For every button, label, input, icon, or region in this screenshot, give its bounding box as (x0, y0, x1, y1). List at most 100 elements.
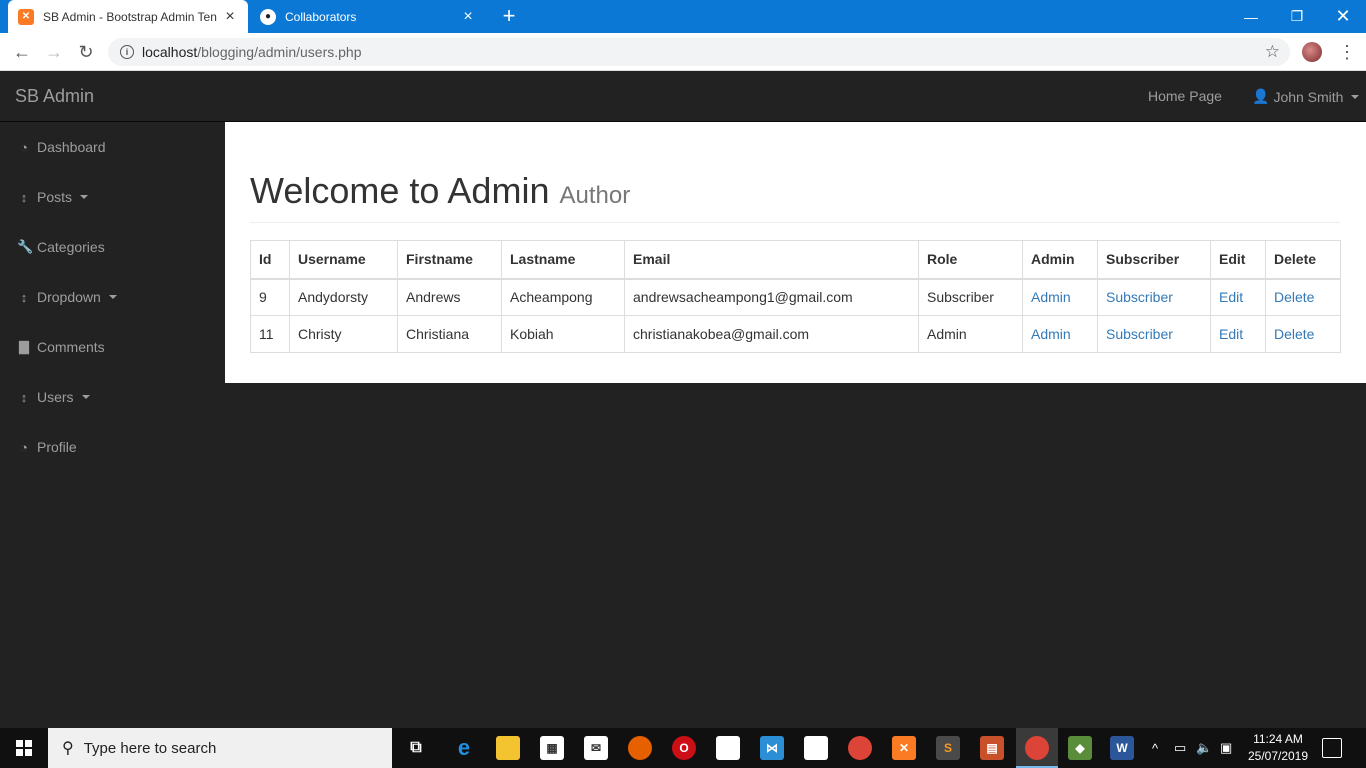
users-table: Id Username Firstname Lastname Email Rol… (250, 240, 1341, 353)
app-navbar: SB Admin Home Page 👤 John Smith (0, 71, 1366, 122)
cell-email: andrewsacheampong1@gmail.com (624, 278, 919, 316)
brand-link[interactable]: SB Admin (15, 86, 94, 107)
url-host: localhost (142, 44, 198, 60)
info-icon[interactable]: i (120, 45, 134, 59)
close-tab-icon[interactable]: × (222, 8, 238, 26)
back-button[interactable]: ← (10, 41, 34, 63)
profile-avatar[interactable] (1302, 42, 1322, 62)
column-header: Edit (1210, 240, 1266, 280)
home-page-link[interactable]: Home Page (1148, 88, 1222, 104)
notification-center-icon[interactable] (1322, 738, 1342, 758)
opera-icon[interactable]: O (672, 736, 696, 760)
task-view-icon[interactable]: ⧉ (404, 736, 428, 760)
delete-link[interactable]: Delete (1274, 289, 1314, 305)
xampp-icon[interactable]: ✕ (892, 736, 916, 760)
reload-button[interactable]: ↻ (74, 41, 98, 63)
git-icon[interactable]: ◆ (1068, 736, 1092, 760)
chrome-icon[interactable] (1025, 736, 1049, 760)
caret-down-icon (80, 195, 89, 199)
table-header-row: Id Username Firstname Lastname Email Rol… (250, 240, 1341, 280)
sidebar-item-dashboard[interactable]: ◔ Dashboard (0, 122, 225, 172)
column-header: Admin (1022, 240, 1098, 280)
cell-role: Subscriber (918, 278, 1023, 316)
word-icon[interactable]: W (1110, 736, 1134, 760)
column-header: Delete (1265, 240, 1341, 280)
firefox-icon[interactable] (628, 736, 652, 760)
start-button[interactable] (0, 728, 48, 768)
filezilla-icon[interactable]: ▤ (980, 736, 1004, 760)
sidebar: ◔ Dashboard ↕ Posts 🔧 Categories ↕ Dropd… (0, 122, 225, 728)
edit-link[interactable]: Edit (1219, 289, 1243, 305)
battery-icon[interactable]: ▭ (1174, 728, 1186, 768)
browser-menu-icon[interactable]: ⋮ (1338, 41, 1356, 63)
sidebar-item-users[interactable]: ↕ Users (0, 372, 225, 422)
tab-collaborators[interactable]: ● Collaborators × (250, 0, 486, 33)
tab-title: Collaborators (285, 9, 357, 24)
restore-button[interactable]: ❐ (1274, 0, 1320, 33)
dashboard-icon: ◔ (20, 439, 28, 455)
cell-subscriber: Subscriber (1097, 315, 1211, 353)
user-name: John Smith (1273, 88, 1344, 105)
make-subscriber-link[interactable]: Subscriber (1106, 326, 1173, 342)
sublime-text-icon[interactable]: S (936, 736, 960, 760)
cell-admin: Admin (1022, 278, 1098, 316)
cell-edit: Edit (1210, 278, 1266, 316)
arrows-v-icon: ↕ (20, 389, 28, 405)
make-admin-link[interactable]: Admin (1031, 326, 1071, 342)
document-icon[interactable] (804, 736, 828, 760)
page-subtitle: Author (559, 182, 631, 209)
sidebar-item-dropdown[interactable]: ↕ Dropdown (0, 272, 225, 322)
tab-sb-admin[interactable]: ✕ SB Admin - Bootstrap Admin Ten × (8, 0, 248, 33)
cell-subscriber: Subscriber (1097, 278, 1211, 316)
document-icon[interactable] (716, 736, 740, 760)
minimize-button[interactable]: — (1228, 0, 1274, 33)
caret-down-icon (81, 395, 90, 399)
sidebar-item-label: Profile (37, 439, 77, 455)
xampp-favicon-icon: ✕ (18, 8, 34, 25)
sidebar-item-profile[interactable]: ◔ Profile (0, 422, 225, 472)
column-header: Firstname (397, 240, 502, 280)
tray-chevron-icon[interactable]: ^ (1152, 728, 1158, 768)
sidebar-item-label: Categories (37, 239, 105, 255)
column-header: Lastname (501, 240, 625, 280)
forward-button[interactable]: → (42, 41, 66, 63)
mail-icon[interactable]: ✉ (584, 736, 608, 760)
delete-link[interactable]: Delete (1274, 326, 1314, 342)
windows-taskbar: ⚲ Type here to search ⧉ e ▦ ✉ O ⋈ ✕ S ▤ … (0, 728, 1366, 768)
bookmark-star-icon[interactable]: ☆ (1265, 42, 1280, 62)
dashboard-icon: ◔ (20, 139, 28, 155)
user-menu[interactable]: 👤 John Smith (1252, 88, 1360, 105)
sidebar-item-categories[interactable]: 🔧 Categories (0, 222, 225, 272)
close-tab-icon[interactable]: × (460, 8, 476, 26)
cell-username: Andydorsty (289, 278, 398, 316)
chrome-icon[interactable] (848, 736, 872, 760)
page-content: Welcome to Admin Author Id Username Firs… (225, 122, 1366, 383)
sidebar-item-label: Dropdown (37, 289, 101, 305)
page-title: Welcome to Admin Author (250, 170, 1340, 212)
column-header: Username (289, 240, 398, 280)
arrows-v-icon: ↕ (20, 189, 28, 205)
sidebar-item-label: Posts (37, 189, 73, 205)
volume-icon[interactable]: 🔈 (1196, 728, 1212, 768)
new-tab-button[interactable]: + (498, 4, 520, 28)
make-admin-link[interactable]: Admin (1031, 289, 1071, 305)
network-icon[interactable]: ▣ (1220, 728, 1232, 768)
close-window-button[interactable]: ✕ (1320, 0, 1366, 33)
caret-down-icon (108, 295, 117, 299)
cell-id: 9 (250, 278, 290, 316)
make-subscriber-link[interactable]: Subscriber (1106, 289, 1173, 305)
page-header: Welcome to Admin Author (250, 170, 1340, 223)
edit-link[interactable]: Edit (1219, 326, 1243, 342)
edge-icon[interactable]: e (452, 735, 476, 760)
cell-firstname: Christiana (397, 315, 502, 353)
url-field[interactable]: i localhost/blogging/admin/users.php ☆ (108, 38, 1290, 66)
taskbar-search[interactable]: ⚲ Type here to search (48, 728, 392, 768)
system-clock[interactable]: 11:24 AM 25/07/2019 (1240, 731, 1316, 765)
sidebar-item-comments[interactable]: ▇ Comments (0, 322, 225, 372)
sidebar-item-posts[interactable]: ↕ Posts (0, 172, 225, 222)
address-toolbar: ← → ↻ i localhost/blogging/admin/users.p… (0, 33, 1366, 71)
file-explorer-icon[interactable] (496, 736, 520, 760)
clock-time: 11:24 AM (1253, 732, 1303, 746)
store-icon[interactable]: ▦ (540, 736, 564, 760)
vscode-icon[interactable]: ⋈ (760, 736, 784, 760)
